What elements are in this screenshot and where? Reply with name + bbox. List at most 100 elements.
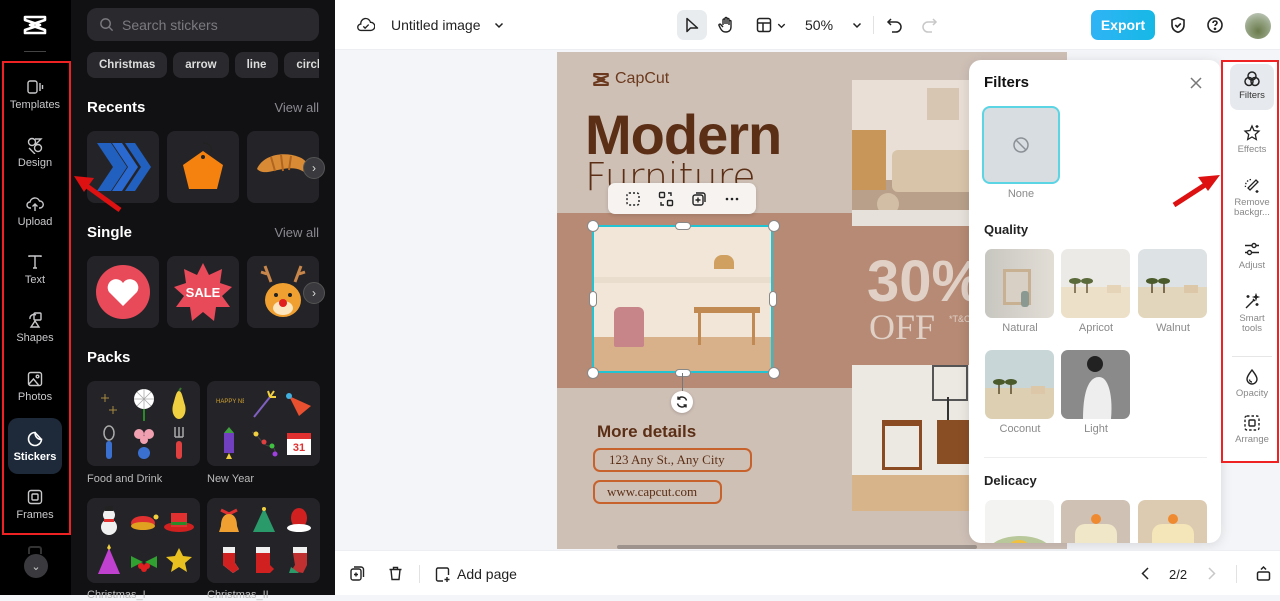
sale-badge-sticker[interactable]: SALE: [167, 256, 239, 328]
recents-title: Recents: [87, 99, 146, 116]
pack-christmas-2[interactable]: [207, 498, 320, 583]
resize-handle-w[interactable]: [589, 291, 597, 307]
filter-walnut[interactable]: [1138, 249, 1207, 318]
tool-adjust[interactable]: Adjust: [1230, 234, 1274, 271]
rail-item-design[interactable]: Design: [8, 124, 62, 180]
shield-button[interactable]: [1168, 15, 1188, 35]
tool-label: Adjust: [1238, 260, 1266, 271]
filter-apricot[interactable]: [1061, 249, 1130, 318]
rail-item-frames[interactable]: Frames: [8, 476, 62, 532]
tool-filters[interactable]: Filters: [1230, 64, 1274, 110]
redo-button[interactable]: [919, 15, 939, 35]
filter-light[interactable]: [1061, 350, 1130, 419]
rail-item-text[interactable]: Text: [8, 241, 62, 297]
tool-opacity[interactable]: Opacity: [1230, 362, 1274, 399]
close-icon[interactable]: [1188, 75, 1204, 91]
rotate-handle[interactable]: [671, 391, 693, 413]
website-pill[interactable]: www.capcut.com: [593, 480, 722, 504]
tnc-text[interactable]: *T&C: [949, 314, 971, 324]
off-text[interactable]: OFF: [869, 306, 935, 348]
filter-none[interactable]: [982, 106, 1060, 184]
duplicate-icon[interactable]: [691, 191, 707, 207]
rail-label: Upload: [17, 215, 53, 228]
rail-item-stickers[interactable]: Stickers: [8, 418, 62, 474]
pack-food-and-drink[interactable]: [87, 381, 200, 466]
export-label: Export: [1100, 17, 1146, 33]
rail-item-templates[interactable]: Templates: [8, 66, 62, 122]
expand-pages-button[interactable]: [1255, 565, 1272, 582]
filter-delicacy-1[interactable]: [985, 500, 1054, 543]
filter-delicacy-2[interactable]: [1061, 500, 1130, 543]
rail-item-photos[interactable]: Photos: [8, 358, 62, 414]
brand-logo[interactable]: CapCut: [592, 70, 669, 88]
help-button[interactable]: [1205, 15, 1225, 35]
export-button[interactable]: Export: [1091, 10, 1155, 40]
pack-new-year[interactable]: HAPPY NEW YEAR 31: [207, 381, 320, 466]
single-next-button[interactable]: ›: [303, 282, 325, 304]
document-title[interactable]: Untitled image: [391, 15, 505, 35]
resize-handle-nw[interactable]: [587, 220, 599, 232]
resize-handle-se[interactable]: [768, 367, 780, 379]
recents-next-button[interactable]: ›: [303, 157, 325, 179]
zoom-dropdown[interactable]: 50%: [805, 15, 863, 35]
user-avatar[interactable]: [1245, 13, 1271, 39]
layout-icon: [756, 17, 772, 33]
add-page-button[interactable]: Add page: [434, 564, 517, 584]
rail-more-button[interactable]: ⌄: [24, 554, 48, 578]
chip-christmas[interactable]: Christmas: [87, 52, 168, 78]
recents-view-all-link[interactable]: View all: [274, 100, 319, 115]
remove-background-icon: [1244, 178, 1259, 193]
horizontal-scrollbar[interactable]: [617, 545, 977, 549]
party-hat-sticker: [285, 393, 311, 417]
delete-page-button[interactable]: [387, 565, 404, 582]
calendar-sticker: 31: [286, 432, 311, 455]
tool-effects[interactable]: Effects: [1230, 118, 1274, 155]
hand-tool-button[interactable]: [715, 14, 737, 36]
top-hat-sticker: [163, 513, 194, 533]
undo-button[interactable]: [885, 15, 905, 35]
add-page-icon: [435, 566, 450, 582]
tool-arrange[interactable]: Arrange: [1230, 408, 1274, 445]
chip-circle[interactable]: circle: [284, 52, 319, 78]
blue-chevrons-sticker[interactable]: [87, 131, 159, 203]
rail-item-shapes[interactable]: Shapes: [8, 299, 62, 355]
single-view-all-link[interactable]: View all: [274, 225, 319, 240]
replace-icon[interactable]: [658, 191, 674, 207]
rail-label: Design: [17, 156, 53, 169]
chip-arrow[interactable]: arrow: [173, 52, 229, 78]
next-page-button[interactable]: [1203, 565, 1220, 582]
more-options-icon[interactable]: [724, 191, 740, 207]
stickers-icon: [27, 431, 43, 446]
duplicate-page-button[interactable]: [349, 565, 366, 582]
holly-sticker: [130, 555, 157, 572]
cloud-saved-icon[interactable]: [355, 15, 377, 35]
pack-christmas-1[interactable]: [87, 498, 200, 583]
layout-menu-button[interactable]: [753, 14, 789, 36]
capcut-logo-icon[interactable]: [22, 14, 48, 36]
resize-handle-sw[interactable]: [587, 367, 599, 379]
rail-item-upload[interactable]: Upload: [8, 183, 62, 239]
tool-smart-tools[interactable]: Smart tools: [1230, 287, 1274, 334]
resize-handle-e[interactable]: [769, 291, 777, 307]
chevron-right-icon: ›: [312, 286, 316, 300]
address-pill[interactable]: 123 Any St., Any City: [593, 448, 752, 472]
suggestion-chips: Christmasarrowlinecircle: [87, 52, 319, 78]
discount-text[interactable]: 30%: [867, 248, 983, 315]
tool-remove-background[interactable]: Remove backgr...: [1230, 171, 1274, 218]
more-details-heading[interactable]: More details: [597, 422, 696, 442]
search-stickers-input[interactable]: Search stickers: [87, 8, 319, 41]
resize-handle-ne[interactable]: [768, 220, 780, 232]
filter-delicacy-3[interactable]: [1138, 500, 1207, 543]
filter-natural[interactable]: [985, 249, 1054, 318]
orange-tag-sticker[interactable]: [167, 131, 239, 203]
filter-coconut[interactable]: [985, 350, 1054, 419]
tool-label: Filters: [1239, 90, 1265, 101]
resize-handle-s[interactable]: [675, 369, 691, 377]
select-tool-button[interactable]: [677, 10, 707, 40]
stocking-sticker: [288, 546, 307, 573]
heart-sticker[interactable]: [87, 256, 159, 328]
resize-handle-n[interactable]: [675, 222, 691, 230]
crop-select-icon[interactable]: [625, 191, 641, 207]
chip-line[interactable]: line: [234, 52, 279, 78]
previous-page-button[interactable]: [1137, 565, 1154, 582]
